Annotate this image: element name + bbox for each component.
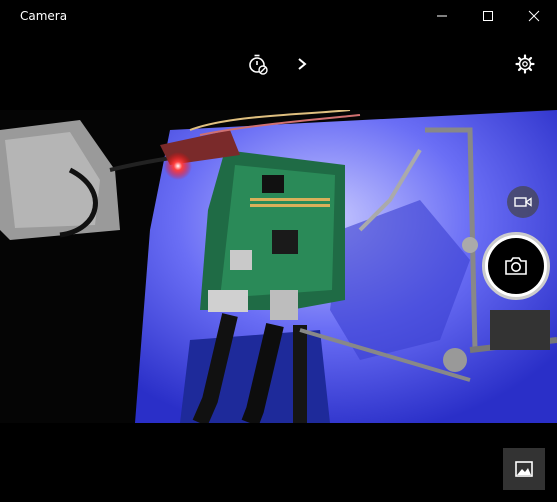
camera-roll-button[interactable] — [503, 448, 545, 490]
close-button[interactable] — [511, 0, 557, 32]
image-icon — [515, 461, 533, 477]
app-title: Camera — [20, 9, 68, 23]
take-photo-button[interactable] — [482, 232, 550, 300]
gear-icon — [515, 54, 535, 74]
close-icon — [528, 10, 540, 22]
settings-button[interactable] — [509, 48, 541, 80]
minimize-button[interactable] — [419, 0, 465, 32]
minimize-icon — [437, 15, 447, 17]
expand-toolbar-button[interactable] — [286, 48, 318, 80]
camera-viewfinder[interactable] — [0, 110, 557, 423]
shutter-inner — [488, 238, 544, 294]
video-camera-icon — [514, 197, 532, 207]
title-bar: Camera — [0, 0, 557, 32]
video-mode-button[interactable] — [507, 186, 539, 218]
photo-timer-button[interactable] — [242, 48, 274, 80]
camera-icon — [505, 257, 527, 275]
maximize-icon — [483, 11, 493, 21]
live-preview-image — [0, 110, 557, 423]
maximize-button[interactable] — [465, 0, 511, 32]
chevron-right-icon — [298, 58, 307, 70]
timer-off-icon — [249, 54, 268, 75]
